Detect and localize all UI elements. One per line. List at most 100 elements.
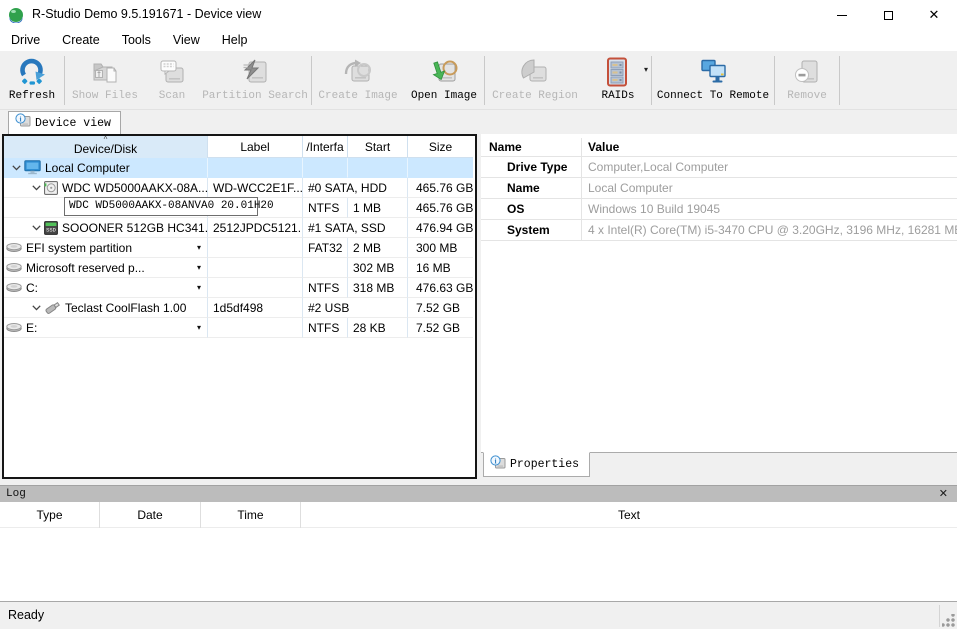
scan-button[interactable]: Scan	[145, 52, 199, 109]
open-image-icon	[429, 56, 459, 88]
column-header-label[interactable]: Label	[208, 136, 303, 158]
tree-row-msr-partition[interactable]: Microsoft reserved p... ▾ 302 MB 16 MB	[4, 258, 473, 278]
partition-search-button[interactable]: Partition Search	[199, 52, 311, 109]
log-column-time[interactable]: Time	[201, 502, 301, 528]
create-region-icon	[520, 56, 550, 88]
open-image-button[interactable]: Open Image	[404, 52, 484, 109]
toolbar-label: Open Image	[411, 90, 477, 102]
partition-icon	[6, 243, 22, 252]
raids-icon	[605, 56, 631, 88]
toolbar-label: Refresh	[9, 90, 55, 102]
log-column-type[interactable]: Type	[0, 502, 100, 528]
tree-row-c-drive[interactable]: C: ▾ NTFS 318 MB 476.63 GB	[4, 278, 473, 298]
toolbar-label: Show Files	[72, 90, 138, 102]
svg-text:SSD: SSD	[46, 227, 56, 233]
properties-grid: Name Value Drive Type Computer,Local Com…	[481, 138, 957, 241]
property-row-system: System 4 x Intel(R) Core(TM) i5-3470 CPU…	[481, 220, 957, 241]
svg-text:i: i	[494, 456, 496, 465]
tree-row-sooner-ssd[interactable]: SSD SOOONER 512GB HC341... 2512JPDC5121.…	[4, 218, 473, 238]
chevron-down-icon[interactable]	[10, 165, 22, 171]
log-body	[0, 528, 957, 597]
close-button[interactable]: ✕	[911, 0, 957, 30]
chevron-down-icon[interactable]	[30, 305, 42, 311]
partition-icon	[6, 283, 22, 292]
title-bar: R-Studio Demo 9.5.191671 - Device view ✕	[0, 0, 957, 30]
log-panel-titlebar: Log ✕	[0, 485, 957, 502]
remove-icon	[793, 56, 821, 88]
scan-icon	[158, 56, 186, 88]
properties-header-value: Value	[588, 138, 619, 156]
partition-dropdown-icon[interactable]: ▾	[197, 243, 201, 252]
column-header-device-disk[interactable]: ^ Device/Disk	[4, 136, 208, 158]
tab-bar: i Device view	[0, 110, 957, 134]
info-icon: i	[15, 113, 31, 133]
log-column-date[interactable]: Date	[100, 502, 201, 528]
connect-to-remote-button[interactable]: Connect To Remote	[652, 52, 774, 109]
tree-row-teclast-usb[interactable]: Teclast CoolFlash 1.00 1d5df498 #2 USB 7…	[4, 298, 473, 318]
device-tree-panel: ^ Device/Disk Label /Interfa Start Size …	[2, 134, 477, 479]
column-header-interface[interactable]: /Interfa	[303, 136, 348, 158]
menu-create[interactable]: Create	[51, 30, 111, 52]
menu-tools[interactable]: Tools	[111, 30, 162, 52]
properties-header-name: Name	[489, 138, 522, 156]
raids-button[interactable]: ▾ RAIDs	[585, 52, 651, 109]
toolbar-separator	[839, 56, 840, 105]
app-logo-icon	[8, 7, 24, 28]
log-close-icon[interactable]: ✕	[939, 487, 948, 502]
toolbar: Refresh Show Files Scan Partition Search…	[0, 52, 957, 110]
property-row-os: OS Windows 10 Build 19045	[481, 199, 957, 220]
partition-dropdown-icon[interactable]: ▾	[197, 323, 201, 332]
close-icon: ✕	[929, 7, 940, 23]
refresh-button[interactable]: Refresh	[0, 52, 64, 109]
tree-row-e-drive[interactable]: E: ▾ NTFS 28 KB 7.52 GB	[4, 318, 473, 338]
connect-remote-icon	[698, 56, 728, 88]
column-header-start[interactable]: Start	[348, 136, 408, 158]
status-text: Ready	[8, 608, 44, 622]
properties-panel: Name Value Drive Type Computer,Local Com…	[481, 134, 957, 452]
toolbar-label: Partition Search	[202, 90, 308, 102]
create-image-button[interactable]: Create Image	[312, 52, 404, 109]
partition-icon	[6, 263, 22, 272]
tree-row-local-computer[interactable]: Local Computer	[4, 158, 473, 178]
tree-row-wdc-hdd[interactable]: WDC WD5000AAKX-08A... WD-WCC2E1F... #0 S…	[4, 178, 473, 198]
log-panel-title: Log	[6, 488, 26, 500]
window-title: R-Studio Demo 9.5.191671 - Device view	[32, 7, 261, 21]
tab-properties[interactable]: i Properties	[483, 452, 590, 477]
partition-dropdown-icon[interactable]: ▾	[197, 283, 201, 292]
maximize-icon	[884, 11, 893, 20]
chevron-down-icon[interactable]	[30, 185, 42, 191]
create-region-button[interactable]: Create Region	[485, 52, 585, 109]
menu-view[interactable]: View	[162, 30, 211, 52]
raids-dropdown-icon[interactable]: ▾	[644, 65, 648, 74]
toolbar-label: Create Image	[318, 90, 397, 102]
menu-drive[interactable]: Drive	[0, 30, 51, 52]
minimize-button[interactable]	[819, 0, 865, 30]
partition-dropdown-icon[interactable]: ▾	[197, 263, 201, 272]
toolbar-label: RAIDs	[601, 90, 634, 102]
tree-row-efi-partition[interactable]: EFI system partition ▾ FAT32 2 MB 300 MB	[4, 238, 473, 258]
minimize-icon	[837, 15, 847, 16]
log-header: Type Date Time Text	[0, 502, 957, 528]
resize-grip-icon[interactable]	[942, 614, 955, 627]
status-bar-divider	[939, 605, 940, 627]
toolbar-label: Create Region	[492, 90, 578, 102]
toolbar-label: Scan	[159, 90, 185, 102]
computer-icon	[24, 160, 41, 175]
device-name-tooltip: WDC WD5000AAKX-08ANVA0 20.01H20	[64, 197, 258, 216]
create-image-icon	[343, 56, 373, 88]
remove-button[interactable]: Remove	[775, 52, 839, 109]
show-files-button[interactable]: Show Files	[65, 52, 145, 109]
show-files-icon	[90, 56, 120, 88]
menu-help[interactable]: Help	[211, 30, 259, 52]
properties-column-divider	[581, 138, 582, 241]
column-header-size[interactable]: Size	[408, 136, 473, 158]
partition-search-icon	[241, 56, 269, 88]
hdd-icon	[44, 181, 58, 195]
maximize-button[interactable]	[865, 0, 911, 30]
tab-device-view-label: Device view	[35, 117, 111, 130]
chevron-down-icon[interactable]	[30, 225, 42, 231]
tab-device-view[interactable]: i Device view	[8, 111, 121, 134]
log-column-text[interactable]: Text	[301, 502, 957, 528]
toolbar-label: Remove	[787, 90, 827, 102]
property-row-name: Name Local Computer	[481, 178, 957, 199]
